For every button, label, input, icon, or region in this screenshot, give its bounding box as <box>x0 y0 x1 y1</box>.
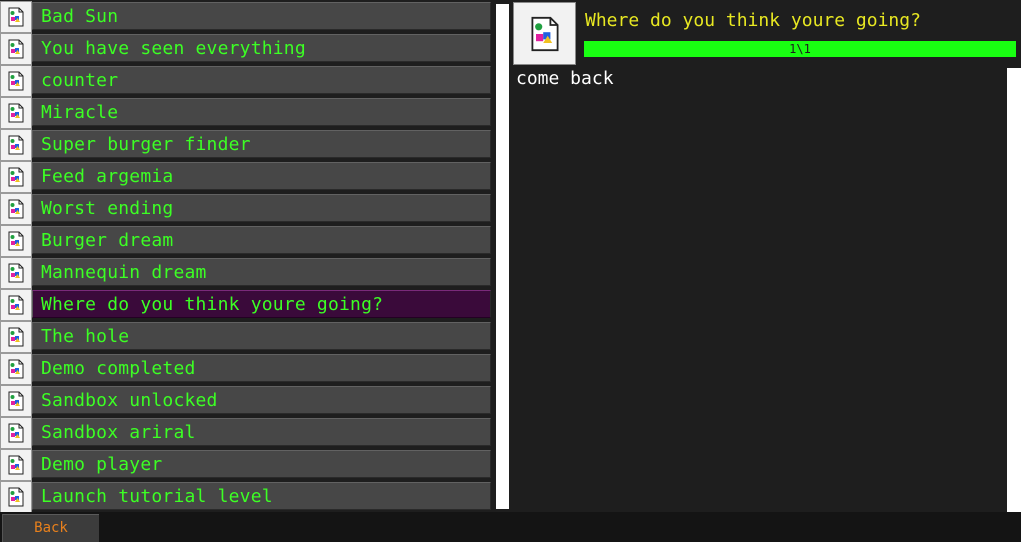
achievement-label: Sandbox ariral <box>32 418 491 446</box>
achievement-label: Super burger finder <box>32 130 491 158</box>
achievement-label: Demo completed <box>32 354 491 382</box>
missing-image-icon <box>0 129 32 161</box>
missing-image-icon <box>0 321 32 353</box>
progress-text: 1\1 <box>789 42 811 56</box>
missing-image-icon <box>0 417 32 449</box>
achievement-label: Mannequin dream <box>32 258 491 286</box>
missing-image-icon <box>0 65 32 97</box>
achievement-row[interactable]: Sandbox ariral <box>0 417 494 449</box>
missing-image-icon <box>0 481 32 512</box>
achievement-row[interactable]: Where do you think youre going? <box>0 289 494 321</box>
achievement-row[interactable]: Miracle <box>0 97 494 129</box>
achievement-description: come back <box>516 68 614 89</box>
achievement-label: Burger dream <box>32 226 491 254</box>
missing-image-icon <box>0 161 32 193</box>
achievement-row[interactable]: You have seen everything <box>0 33 494 65</box>
description-scrollbar[interactable] <box>1007 68 1021 512</box>
missing-image-icon <box>0 193 32 225</box>
achievement-row[interactable]: Sandbox unlocked <box>0 385 494 417</box>
achievement-row[interactable]: Mannequin dream <box>0 257 494 289</box>
missing-image-icon <box>0 33 32 65</box>
achievement-label: Feed argemia <box>32 162 491 190</box>
list-scrollbar-thumb[interactable] <box>496 4 509 509</box>
achievement-label: Where do you think youre going? <box>32 290 491 318</box>
achievement-row[interactable]: Demo completed <box>0 353 494 385</box>
achievement-title: Where do you think youre going? <box>585 10 921 31</box>
achievement-label: Demo player <box>32 450 491 478</box>
achievement-row[interactable]: Feed argemia <box>0 161 494 193</box>
achievement-label: Worst ending <box>32 194 491 222</box>
achievement-row[interactable]: Launch tutorial level <box>0 481 494 512</box>
back-button[interactable]: Back <box>2 514 99 542</box>
achievement-row[interactable]: Super burger finder <box>0 129 494 161</box>
achievement-label: Launch tutorial level <box>32 482 491 510</box>
missing-image-icon <box>0 353 32 385</box>
missing-image-icon <box>0 289 32 321</box>
achievement-row[interactable]: Worst ending <box>0 193 494 225</box>
achievement-label: Miracle <box>32 98 491 126</box>
achievement-label: Bad Sun <box>32 2 491 30</box>
achievement-label: counter <box>32 66 491 94</box>
missing-image-icon <box>0 225 32 257</box>
missing-image-icon <box>0 385 32 417</box>
achievement-row[interactable]: counter <box>0 65 494 97</box>
missing-image-icon <box>513 2 576 65</box>
achievement-row[interactable]: Demo player <box>0 449 494 481</box>
missing-image-icon <box>0 1 32 33</box>
achievement-label: You have seen everything <box>32 34 491 62</box>
achievement-description-box <box>514 68 1006 512</box>
achievement-row[interactable]: Burger dream <box>0 225 494 257</box>
achievement-list: Bad Sun You have seen everything counter Mi… <box>0 0 494 512</box>
missing-image-icon <box>0 97 32 129</box>
achievement-progress-bar: 1\1 <box>584 41 1016 57</box>
missing-image-icon <box>0 449 32 481</box>
missing-image-icon <box>0 257 32 289</box>
achievement-row[interactable]: Bad Sun <box>0 1 494 33</box>
achievement-label: The hole <box>32 322 491 350</box>
achievement-label: Sandbox unlocked <box>32 386 491 414</box>
achievement-row[interactable]: The hole <box>0 321 494 353</box>
bottom-bar <box>0 512 1021 542</box>
